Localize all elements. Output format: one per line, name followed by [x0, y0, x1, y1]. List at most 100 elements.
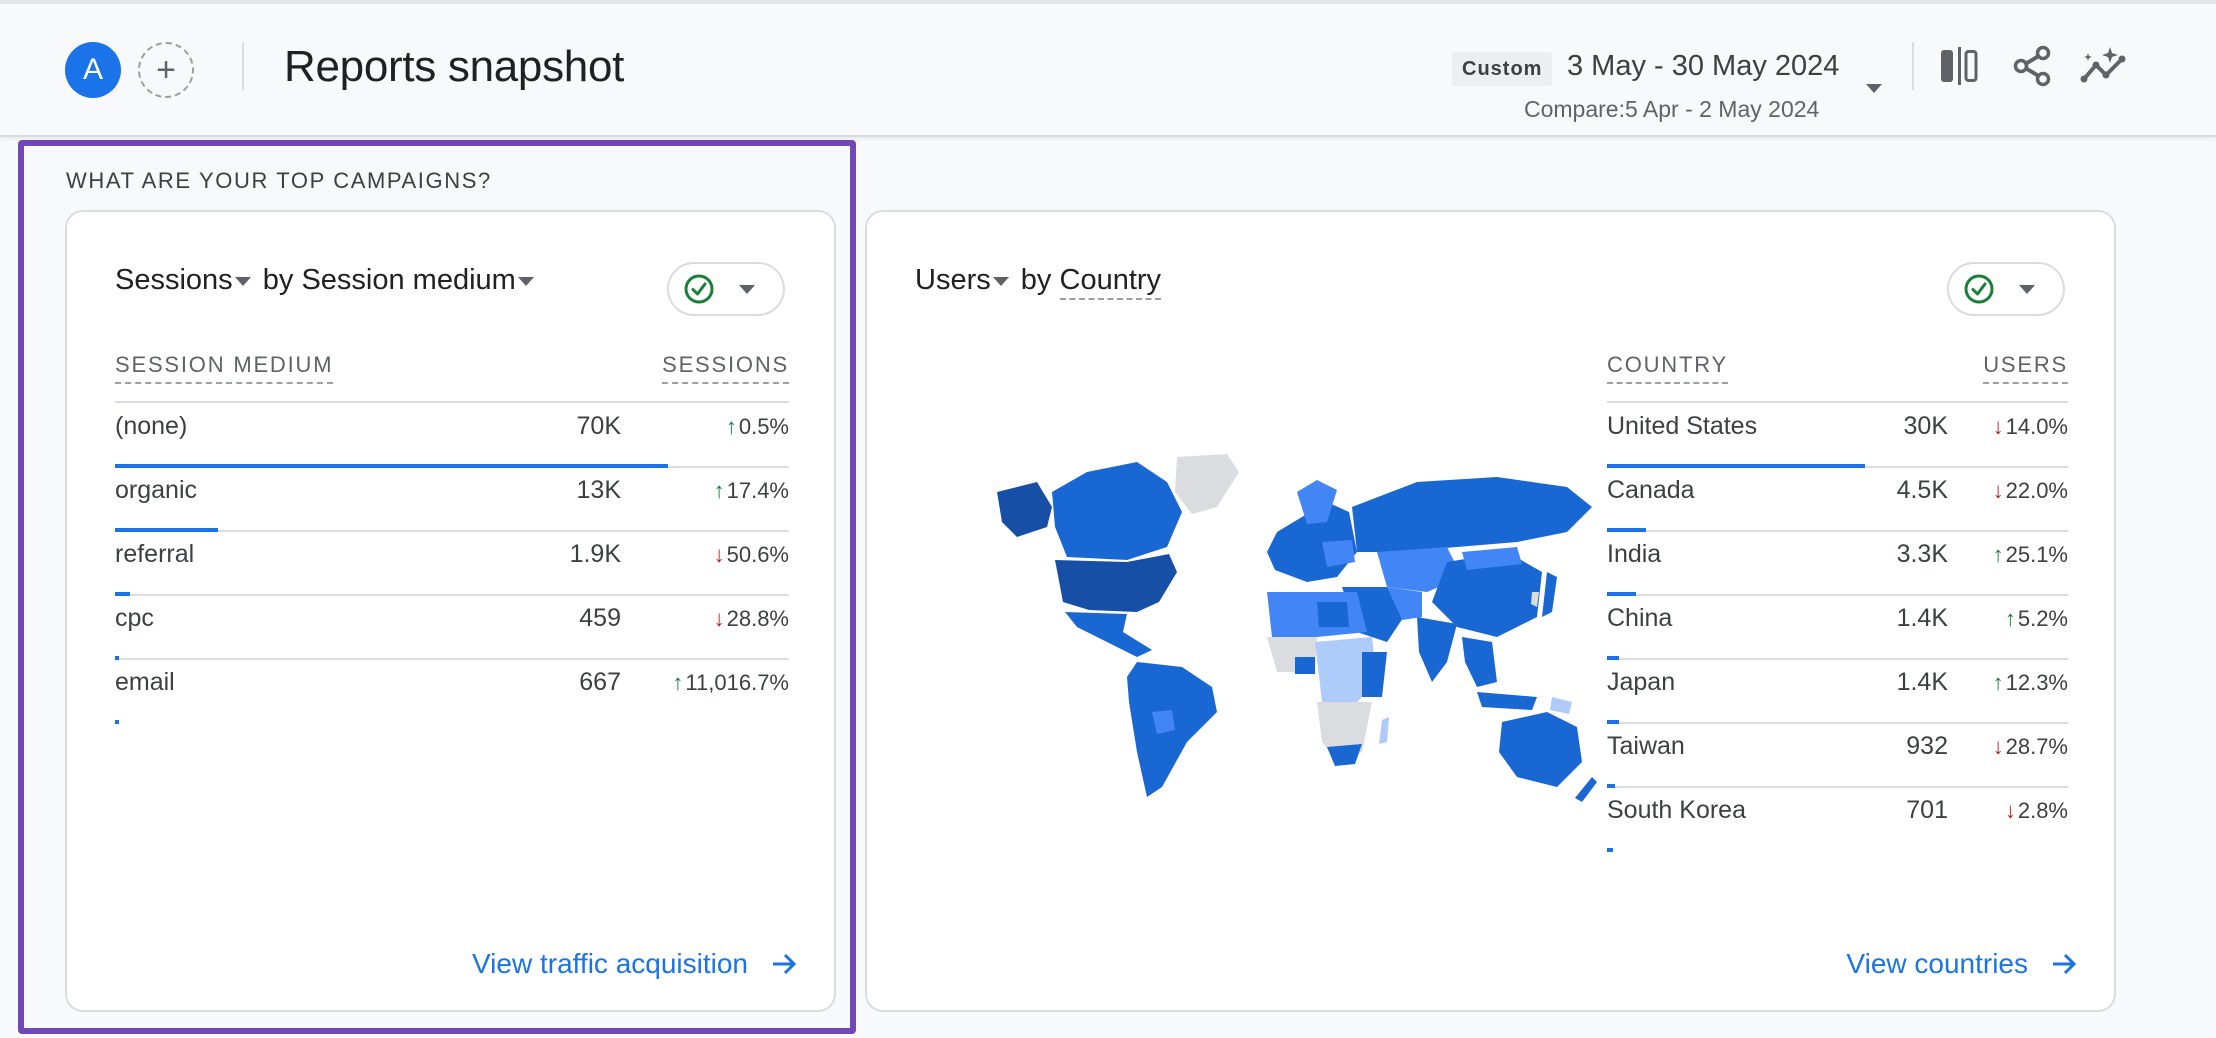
change-percent: 11,016.7% [685, 670, 789, 695]
sessions-by-medium-card: Sessions by Session medium SESSION MEDIU… [65, 210, 836, 1012]
column-header-country[interactable]: COUNTRY [1607, 352, 1728, 384]
column-header-users[interactable]: USERS [1983, 352, 2068, 384]
map-region-egypt [1317, 602, 1349, 627]
table-row[interactable]: South Korea 701 ↓2.8% [1607, 788, 2068, 852]
card-status-menu[interactable] [1947, 262, 2065, 316]
table-row[interactable]: cpc 459 ↓28.8% [115, 596, 789, 660]
change-percent: 12.3% [2005, 670, 2068, 695]
metric-selector[interactable]: Users [915, 264, 1013, 296]
page-title: Reports snapshot [284, 42, 625, 91]
card-title: Sessions by Session medium [115, 264, 538, 297]
dimension-selector[interactable]: Session medium [301, 264, 537, 296]
row-value: 1.4K [1896, 668, 1948, 696]
arrow-down-icon: ↓ [1992, 478, 2004, 503]
table-row[interactable]: United States 30K ↓14.0% [1607, 404, 2068, 468]
table-row[interactable]: Canada 4.5K ↓22.0% [1607, 468, 2068, 532]
view-traffic-acquisition-link[interactable]: View traffic acquisition [472, 948, 798, 980]
row-label: email [115, 668, 175, 696]
insights-button[interactable] [2080, 42, 2128, 90]
chevron-down-icon [1866, 84, 1882, 93]
map-region-mexico [1065, 612, 1152, 657]
table-row[interactable]: India 3.3K ↑25.1% [1607, 532, 2068, 596]
column-header-session-medium[interactable]: SESSION MEDIUM [115, 352, 334, 384]
link-label: View traffic acquisition [472, 948, 748, 979]
column-header-sessions[interactable]: SESSIONS [662, 352, 789, 384]
link-label: View countries [1846, 948, 2028, 979]
row-value: 13K [576, 476, 621, 504]
change-percent: 28.7% [2005, 734, 2068, 759]
table-row[interactable]: Taiwan 932 ↓28.7% [1607, 724, 2068, 788]
map-region-russia [1352, 477, 1592, 552]
share-button[interactable] [2008, 42, 2056, 90]
table-row[interactable]: China 1.4K ↑5.2% [1607, 596, 2068, 660]
avatar-letter: A [82, 53, 103, 86]
map-region-nigeria [1295, 657, 1315, 674]
card-title: Users by Country [915, 264, 1162, 300]
compare-columns-button[interactable] [1936, 42, 1984, 90]
card-status-menu[interactable] [667, 262, 785, 316]
plus-icon: + [156, 51, 176, 89]
row-value: 1.9K [569, 540, 621, 568]
table-row[interactable]: (none) 70K ↑0.5% [115, 404, 789, 468]
world-choropleth-map[interactable] [977, 452, 1597, 812]
header-divider [242, 42, 244, 90]
chevron-down-icon [2019, 284, 2035, 294]
metric-selector[interactable]: Sessions [115, 264, 255, 296]
arrow-down-icon: ↓ [2004, 798, 2016, 823]
row-label: referral [115, 540, 195, 568]
row-label: Taiwan [1607, 732, 1685, 760]
table-row[interactable]: referral 1.9K ↓50.6% [115, 532, 789, 596]
arrow-up-icon: ↑ [713, 478, 725, 503]
view-countries-link[interactable]: View countries [1846, 948, 2078, 980]
row-value: 70K [576, 412, 621, 440]
table-row[interactable]: Japan 1.4K ↑12.3% [1607, 660, 2068, 724]
row-label: organic [115, 476, 197, 504]
arrow-up-icon: ↑ [672, 670, 684, 695]
map-region-madagascar [1379, 717, 1389, 744]
arrow-down-icon: ↓ [1992, 734, 2004, 759]
row-label: India [1607, 540, 1662, 568]
arrow-down-icon: ↓ [713, 606, 725, 631]
avatar[interactable]: A [65, 42, 121, 98]
row-label: China [1607, 604, 1673, 632]
date-range-picker[interactable]: Custom 3 May - 30 May 2024 Compare:5 Apr… [1452, 48, 1892, 128]
row-label: Canada [1607, 476, 1695, 504]
dimension-selector[interactable]: Country [1059, 264, 1162, 300]
map-region-alaska [997, 482, 1052, 537]
header-rule [1607, 401, 2068, 403]
map-region-greenland [1175, 454, 1239, 514]
row-label: South Korea [1607, 796, 1746, 824]
arrow-up-icon: ↑ [1992, 542, 2004, 567]
change-percent: 2.8% [2017, 798, 2068, 823]
map-region-east-africa [1362, 652, 1387, 697]
arrow-down-icon: ↓ [1992, 414, 2004, 439]
map-region-north-africa [1267, 592, 1367, 637]
row-value: 932 [1906, 732, 1948, 760]
arrow-right-icon [773, 953, 797, 975]
arrow-down-icon: ↓ [713, 542, 725, 567]
table-row[interactable]: organic 13K ↑17.4% [115, 468, 789, 532]
map-region-japan [1542, 572, 1557, 617]
arrow-up-icon: ↑ [1992, 670, 2004, 695]
row-change: ↑17.4% [714, 478, 789, 504]
change-percent: 22.0% [2005, 478, 2068, 503]
map-region-indonesia [1477, 692, 1537, 710]
map-region-new-zealand [1575, 777, 1597, 802]
row-value: 3.3K [1896, 540, 1948, 568]
row-value: 459 [579, 604, 621, 632]
add-comparison-button[interactable]: + [138, 42, 194, 98]
row-change: ↑0.5% [726, 414, 789, 440]
change-percent: 5.2% [2017, 606, 2068, 631]
map-region-papua [1550, 697, 1572, 714]
chevron-down-icon [234, 276, 251, 286]
header-divider-2 [1912, 42, 1914, 90]
change-percent: 25.1% [2005, 542, 2068, 567]
row-value: 701 [1906, 796, 1948, 824]
row-value: 30K [1903, 412, 1948, 440]
section-title: WHAT ARE YOUR TOP CAMPAIGNS? [66, 168, 492, 193]
map-region-united-states [1055, 554, 1177, 612]
change-percent: 17.4% [726, 478, 789, 503]
dimension-label: Session medium [301, 264, 516, 296]
row-label: (none) [115, 412, 188, 440]
table-row[interactable]: email 667 ↑11,016.7% [115, 660, 789, 724]
